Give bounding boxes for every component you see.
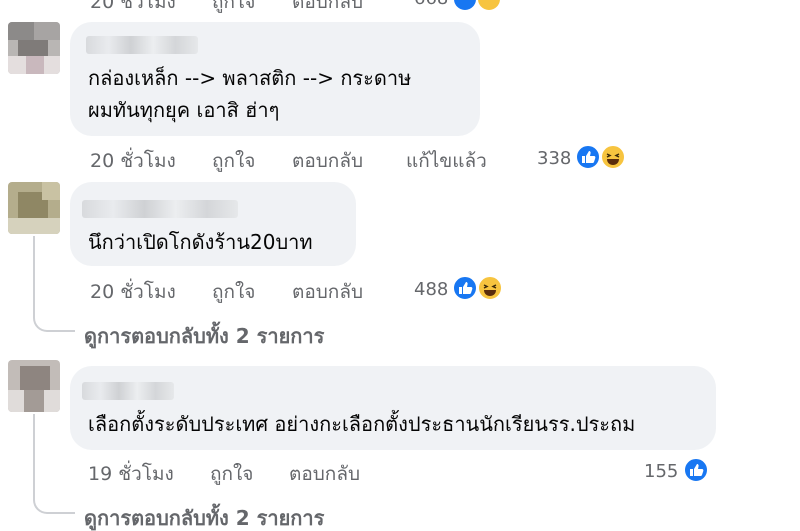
reply-button[interactable]: ตอบกลับ (289, 459, 360, 489)
haha-icon (476, 0, 502, 12)
reply-button[interactable]: ตอบกลับ (292, 146, 363, 176)
like-icon (575, 144, 601, 170)
comment-bubble: เลือกตั้งระดับประเทศ อย่างกะเลือกตั้งประ… (70, 366, 716, 450)
comment-text-line: เลือกตั้งระดับประเทศ อย่างกะเลือกตั้งประ… (88, 412, 636, 436)
avatar[interactable] (8, 182, 60, 234)
haha-icon (600, 144, 626, 170)
comment-text-line: ผมทันทุกยุค เอาสิ ฮ่าๆ (88, 98, 280, 122)
view-replies-link[interactable]: ดูการตอบกลับทั้ง 2 รายการ (84, 502, 324, 531)
thread-line (33, 414, 75, 514)
thread-line (33, 236, 75, 332)
reaction-count[interactable]: 338 (537, 148, 571, 169)
like-icon (452, 275, 478, 301)
like-icon (683, 457, 709, 483)
comment-time[interactable]: 19 ชั่วโมง (88, 459, 174, 489)
haha-icon (477, 275, 503, 301)
comment-time[interactable]: 20 ชั่วโมง (90, 277, 176, 307)
like-button[interactable]: ถูกใจ (212, 277, 255, 307)
reply-button[interactable]: ตอบกลับ (292, 0, 363, 17)
like-icon (452, 0, 478, 12)
comment-text-line: กล่องเหล็ก --> พลาสติก --> กระดาษ (88, 66, 412, 90)
reaction-count[interactable]: 155 (644, 461, 678, 482)
reaction-count[interactable]: 488 (414, 279, 448, 300)
comment-text-line: นึกว่าเปิดโกดังร้าน20บาท (88, 230, 313, 254)
reaction-count[interactable]: 668 (414, 0, 448, 9)
edited-label[interactable]: แก้ไขแล้ว (406, 146, 487, 176)
avatar[interactable] (8, 22, 60, 74)
like-button[interactable]: ถูกใจ (210, 459, 253, 489)
like-button[interactable]: ถูกใจ (212, 0, 255, 17)
commenter-name[interactable] (82, 382, 174, 400)
comment-time[interactable]: 20 ชั่วโมง (90, 146, 176, 176)
commenter-name[interactable] (82, 200, 238, 218)
comment-time[interactable]: 20 ชั่วโมง (90, 0, 176, 17)
avatar[interactable] (8, 360, 60, 412)
comment-bubble: กล่องเหล็ก --> พลาสติก --> กระดาษ ผมทันท… (70, 22, 480, 136)
view-replies-link[interactable]: ดูการตอบกลับทั้ง 2 รายการ (84, 320, 324, 352)
comment-bubble: นึกว่าเปิดโกดังร้าน20บาท (70, 182, 356, 266)
reply-button[interactable]: ตอบกลับ (292, 277, 363, 307)
like-button[interactable]: ถูกใจ (212, 146, 255, 176)
commenter-name[interactable] (86, 36, 198, 54)
